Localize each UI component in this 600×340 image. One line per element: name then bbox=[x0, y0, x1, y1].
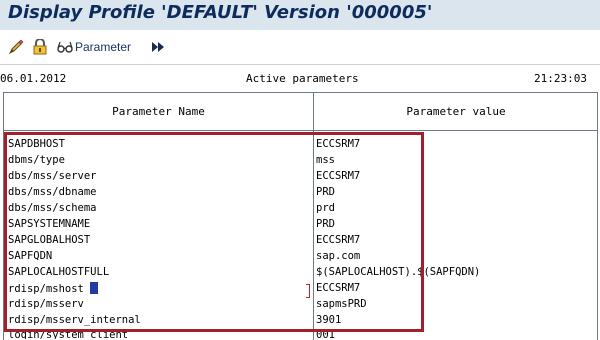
parameter-value: prd bbox=[316, 202, 335, 214]
parameter-name: SAPLOCALHOSTFULL bbox=[8, 266, 110, 278]
lock-button[interactable] bbox=[32, 38, 48, 56]
table-body: SAPDBHOST ECCSRM7 dbms/type mss dbs/mss/… bbox=[4, 137, 597, 339]
parameter-value: sap.com bbox=[316, 250, 361, 262]
parameter-name: dbs/mss/schema bbox=[8, 202, 97, 214]
parameter-value: sapmsPRD bbox=[316, 298, 367, 310]
table-row[interactable]: rdisp/mshost ECCSRM7 bbox=[4, 281, 597, 298]
table-row[interactable]: dbms/type mss bbox=[4, 153, 597, 169]
parameter-name: dbs/mss/server bbox=[8, 170, 97, 182]
parameter-value: 3901 bbox=[316, 314, 342, 326]
parameter-name-text: rdisp/mshost bbox=[8, 283, 84, 295]
parameter-value: PRD bbox=[316, 218, 335, 230]
toolbar: Parameter bbox=[0, 30, 600, 64]
parameter-name: dbs/mss/dbname bbox=[8, 186, 97, 198]
header-divider bbox=[4, 130, 597, 131]
report-time: 21:23:03 bbox=[534, 72, 587, 85]
parameter-button-label: Parameter bbox=[75, 40, 132, 54]
parameter-name: SAPGLOBALHOST bbox=[8, 234, 91, 246]
window-title: Display Profile 'DEFAULT' Version '00000… bbox=[8, 2, 433, 23]
report-heading: Active parameters bbox=[246, 72, 359, 85]
parameter-value: PRD bbox=[316, 186, 335, 198]
parameter-value: ECCSRM7 bbox=[316, 170, 361, 182]
toolbar-divider bbox=[0, 64, 600, 65]
fast-forward-button[interactable] bbox=[150, 38, 166, 56]
parameter-name: SAPSYSTEMNAME bbox=[8, 218, 91, 230]
parameter-name: SAPFQDN bbox=[8, 250, 53, 262]
table-row[interactable]: dbs/mss/schema prd bbox=[4, 201, 597, 217]
list-header-line: 06.01.2012 Active parameters 21:23:03 bbox=[0, 70, 600, 86]
text-cursor bbox=[89, 282, 98, 294]
parameter-value: ECCSRM7 bbox=[316, 234, 361, 246]
parameter-name: dbms/type bbox=[8, 154, 65, 166]
title-bar: Display Profile 'DEFAULT' Version '00000… bbox=[0, 0, 600, 30]
edit-button[interactable] bbox=[8, 38, 24, 56]
parameter-value: ECCSRM7 bbox=[316, 282, 361, 294]
lock-icon bbox=[32, 39, 48, 55]
table-row[interactable]: dbs/mss/server ECCSRM7 bbox=[4, 169, 597, 185]
table-row[interactable]: rdisp/msserv sapmsPRD bbox=[4, 297, 597, 313]
column-header-parameter-value[interactable]: Parameter value bbox=[314, 93, 597, 130]
parameter-value: mss bbox=[316, 154, 335, 166]
parameter-value: 001 bbox=[316, 329, 335, 339]
table-row[interactable]: dbs/mss/dbname PRD bbox=[4, 185, 597, 201]
parameter-value: $(SAPLOCALHOST).$(SAPFQDN) bbox=[316, 266, 481, 278]
selection-marker bbox=[306, 284, 310, 298]
parameter-name: SAPDBHOST bbox=[8, 138, 65, 150]
table-row[interactable]: SAPSYSTEMNAME PRD bbox=[4, 217, 597, 233]
glasses-icon bbox=[57, 40, 73, 54]
parameter-table: Parameter Name Parameter value SAPDBHOST… bbox=[3, 92, 598, 340]
table-row[interactable]: SAPDBHOST ECCSRM7 bbox=[4, 137, 597, 153]
parameter-name: rdisp/mshost bbox=[8, 282, 98, 295]
fast-forward-icon bbox=[150, 40, 166, 54]
parameter-name: rdisp/msserv_internal bbox=[8, 314, 141, 326]
table-row[interactable]: SAPLOCALHOSTFULL $(SAPLOCALHOST).$(SAPFQ… bbox=[4, 265, 597, 281]
parameter-value: ECCSRM7 bbox=[316, 138, 361, 150]
column-header-parameter-name[interactable]: Parameter Name bbox=[4, 93, 313, 130]
table-row[interactable]: rdisp/msserv_internal 3901 bbox=[4, 313, 597, 329]
parameter-button[interactable]: Parameter bbox=[57, 38, 131, 56]
table-row[interactable]: SAPFQDN sap.com bbox=[4, 249, 597, 265]
parameter-name: login/system_client bbox=[8, 329, 129, 339]
table-row[interactable]: login/system_client 001 bbox=[4, 329, 597, 339]
parameter-name: rdisp/msserv bbox=[8, 298, 84, 310]
table-row[interactable]: SAPGLOBALHOST ECCSRM7 bbox=[4, 233, 597, 249]
pencil-icon bbox=[8, 39, 24, 55]
report-date: 06.01.2012 bbox=[0, 72, 67, 85]
